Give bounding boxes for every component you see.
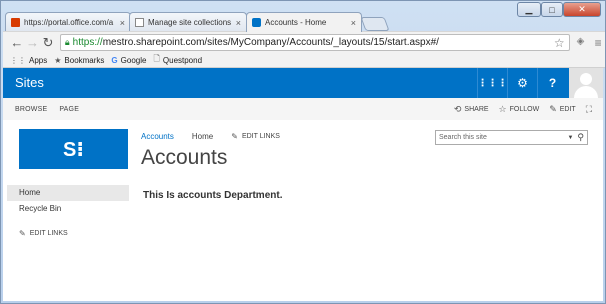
- close-window-button[interactable]: ✕: [563, 2, 601, 17]
- pencil-icon: ✎: [19, 229, 26, 238]
- search-input[interactable]: Search this site ▼ ⚲: [435, 130, 588, 145]
- topnav-item-home[interactable]: Home: [192, 132, 213, 141]
- tab-strip: https://portal.office.com/a × Manage sit…: [1, 1, 606, 32]
- maximize-icon: □: [549, 4, 555, 15]
- reload-icon[interactable]: ↻: [40, 35, 56, 51]
- close-icon[interactable]: ×: [351, 18, 356, 28]
- settings-button[interactable]: ⚙: [507, 68, 537, 98]
- bookmark-google[interactable]: G Google: [111, 56, 146, 65]
- url-scheme: https://: [72, 37, 103, 48]
- topnav-item-accounts[interactable]: Accounts: [141, 132, 174, 141]
- page-title: Accounts: [141, 146, 228, 169]
- quicklaunch-edit-links[interactable]: ✎ EDIT LINKS: [7, 229, 129, 238]
- close-icon[interactable]: ×: [236, 18, 241, 28]
- forward-arrow-icon[interactable]: →: [25, 35, 41, 50]
- ribbon-tab-browse[interactable]: BROWSE: [15, 106, 47, 113]
- tab-manage-site-collections[interactable]: Manage site collections ×: [129, 12, 247, 32]
- page-icon: [135, 18, 144, 27]
- star-icon: ☆: [498, 103, 507, 114]
- page-content: Sites ⋮⋮⋮ ⚙ ? BROWSE PAGE ⟲ SHARE ☆ FOLL…: [3, 68, 603, 301]
- bookmark-label: Apps: [29, 55, 48, 65]
- tab-label: https://portal.office.com/a: [24, 18, 114, 27]
- bookmark-label: Bookmarks: [64, 55, 105, 65]
- back-arrow-icon[interactable]: ←: [9, 35, 25, 50]
- tab-label: Accounts - Home: [265, 18, 327, 27]
- ribbon-actions: ⟲ SHARE ☆ FOLLOW ✎ EDIT ⛶: [444, 98, 595, 120]
- star-icon: ★: [54, 55, 62, 65]
- edit-links-label: EDIT LINKS: [29, 230, 68, 237]
- bookmark-questpond[interactable]: 🗋︎ Questpond: [153, 53, 202, 67]
- maximize-button[interactable]: □: [541, 2, 563, 17]
- browser-toolbar: ← → ↻ 🔒︎ https://mestro.sharepoint.com/s…: [3, 31, 605, 53]
- avatar[interactable]: [569, 68, 603, 98]
- close-icon: ✕: [578, 4, 586, 14]
- app-launcher-icon: ⋮⋮⋮: [477, 77, 508, 89]
- edit-label: EDIT: [559, 105, 576, 113]
- share-button[interactable]: ⟲ SHARE: [454, 104, 489, 115]
- apps-icon: ⋮⋮: [10, 55, 26, 65]
- tab-office-portal[interactable]: https://portal.office.com/a ×: [5, 12, 131, 32]
- sharepoint-logo-icon: S⁝: [63, 138, 84, 161]
- chevron-down-icon[interactable]: ▼: [567, 135, 573, 141]
- focus-icon: ⛶: [585, 103, 592, 114]
- help-icon: ?: [548, 76, 557, 90]
- quicklaunch-item-home[interactable]: Home: [7, 185, 129, 201]
- suite-title[interactable]: Sites: [15, 75, 44, 90]
- tab-accounts-home[interactable]: Accounts - Home ×: [246, 12, 362, 32]
- minimize-icon: ▁: [525, 4, 533, 14]
- page-icon: 🗋︎: [153, 54, 160, 63]
- bookmark-label: Google: [120, 55, 147, 65]
- help-button[interactable]: ?: [537, 68, 567, 98]
- office-icon: [11, 18, 20, 27]
- bookmark-bookmarks[interactable]: ★ Bookmarks: [54, 56, 104, 65]
- lock-icon: 🔒︎: [64, 37, 70, 47]
- close-icon[interactable]: ×: [120, 18, 125, 28]
- google-icon: G: [111, 55, 118, 65]
- gear-icon: ⚙: [517, 76, 528, 90]
- ribbon-bar: BROWSE PAGE ⟲ SHARE ☆ FOLLOW ✎ EDIT ⛶: [3, 98, 603, 120]
- follow-label: FOLLOW: [509, 105, 540, 113]
- search-icon[interactable]: ⚲: [577, 132, 584, 143]
- edit-button[interactable]: ✎ EDIT: [549, 104, 576, 115]
- page-body-text: This Is accounts Department.: [143, 190, 283, 201]
- share-icon: ⟲: [453, 103, 462, 114]
- extension-icon[interactable]: ◈: [574, 36, 588, 50]
- search-placeholder: Search this site: [439, 134, 487, 141]
- url-path: mestro.sharepoint.com/sites/MyCompany/Ac…: [102, 37, 439, 48]
- browser-window: https://portal.office.com/a × Manage sit…: [0, 0, 606, 304]
- app-launcher-button[interactable]: ⋮⋮⋮: [477, 68, 508, 98]
- address-bar[interactable]: 🔒︎ https://mestro.sharepoint.com/sites/M…: [59, 34, 570, 51]
- bookmarks-bar: ⋮⋮ Apps ★ Bookmarks G Google 🗋︎ Questpon…: [3, 53, 605, 68]
- minimize-button[interactable]: ▁: [517, 2, 541, 17]
- ribbon-tab-page[interactable]: PAGE: [59, 106, 79, 113]
- quick-launch: Home Recycle Bin ✎ EDIT LINKS: [7, 185, 129, 238]
- share-label: SHARE: [464, 105, 489, 113]
- bookmark-apps[interactable]: ⋮⋮ Apps: [10, 56, 47, 65]
- bookmark-label: Questpond: [162, 55, 203, 65]
- focus-button[interactable]: ⛶: [586, 104, 595, 115]
- sharepoint-icon: [252, 18, 261, 27]
- avatar-body: [574, 86, 598, 98]
- bookmark-star-icon[interactable]: ☆: [554, 36, 565, 50]
- pencil-icon: ✎: [549, 103, 557, 114]
- topnav-edit-links[interactable]: ✎ EDIT LINKS: [231, 132, 280, 141]
- top-navigation: Accounts Home ✎ EDIT LINKS: [141, 132, 280, 141]
- tab-label: Manage site collections: [148, 18, 232, 27]
- follow-button[interactable]: ☆ FOLLOW: [499, 104, 540, 115]
- new-tab-button[interactable]: [360, 17, 390, 31]
- avatar-head: [580, 73, 592, 85]
- menu-icon[interactable]: ≡: [591, 36, 605, 50]
- pencil-icon: ✎: [231, 132, 238, 141]
- suite-bar: Sites ⋮⋮⋮ ⚙ ?: [3, 68, 603, 98]
- site-logo[interactable]: S⁝: [19, 129, 128, 169]
- quicklaunch-item-recycle-bin[interactable]: Recycle Bin: [7, 201, 129, 217]
- edit-links-label: EDIT LINKS: [241, 133, 280, 140]
